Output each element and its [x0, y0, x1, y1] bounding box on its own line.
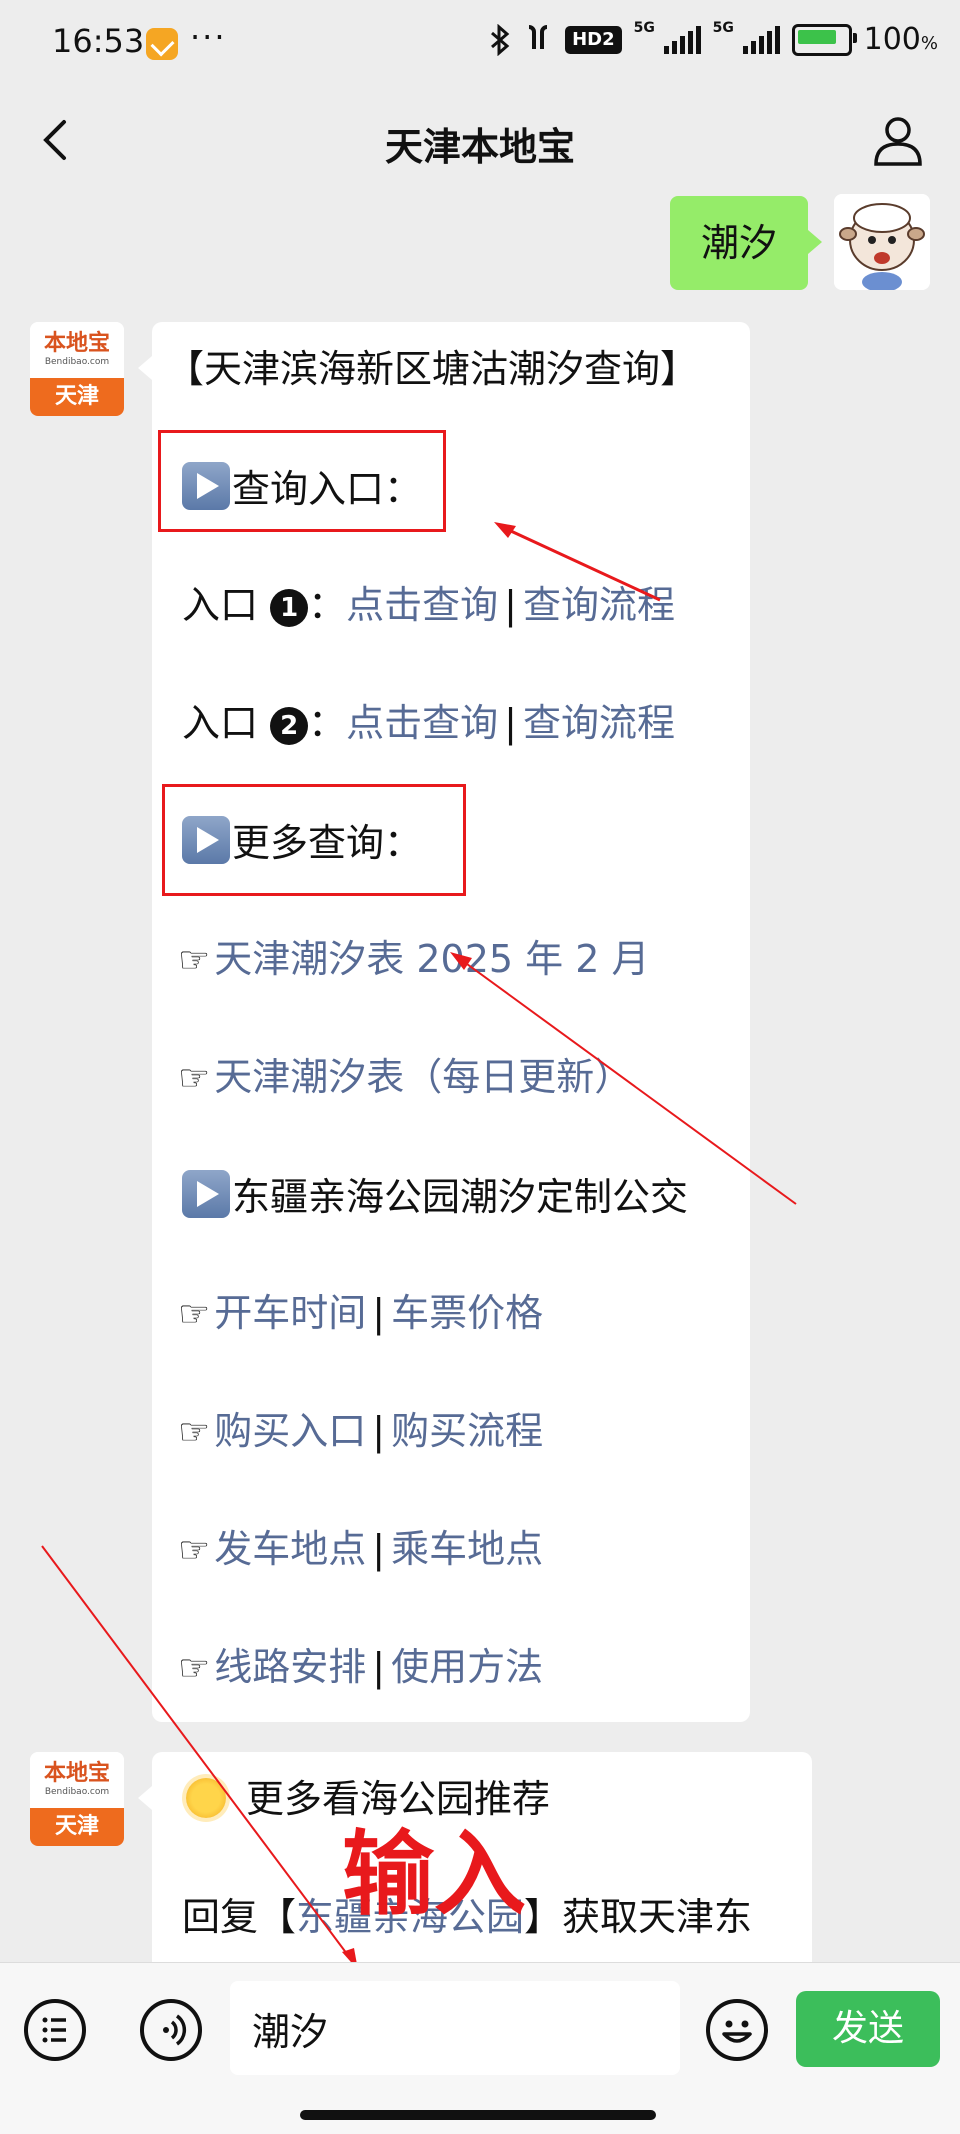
pointing-hand-icon: ☞	[178, 1530, 211, 1571]
page-title: 天津本地宝	[384, 125, 575, 169]
bluetooth-icon	[489, 23, 511, 56]
battery-icon	[791, 23, 857, 56]
signal-icon-2: 5G	[713, 20, 780, 54]
send-button[interactable]: 发送	[796, 1991, 940, 2067]
more-row-2: ☞ 天津潮汐表（每日更新）	[178, 1052, 632, 1104]
home-indicator[interactable]	[300, 2110, 656, 2120]
bus-link[interactable]: 乘车地点	[391, 1527, 543, 1571]
bus-row: ☞ 发车地点 | 乘车地点	[178, 1527, 544, 1571]
number-1-icon: 1	[270, 589, 309, 627]
pointing-hand-icon: ☞	[178, 1294, 211, 1335]
entry2-process-link[interactable]: 查询流程	[523, 701, 675, 745]
status-bar: 16:53 ··· HD2 5G 5G 100%	[0, 0, 960, 88]
user-profile-icon[interactable]	[872, 114, 924, 166]
voice-icon[interactable]	[140, 1999, 202, 2061]
section-bus: 东疆亲海公园潮汐定制公交	[182, 1170, 688, 1222]
pointing-hand-icon: ☞	[178, 1648, 211, 1689]
pointing-hand-icon: ☞	[178, 1058, 211, 1099]
signal-icon-1: 5G	[634, 20, 701, 54]
emoji-icon[interactable]	[706, 1999, 768, 2061]
hd-voice-icon: HD2	[565, 25, 622, 54]
bot-message-bubble: 【天津滨海新区塘沽潮汐查询】 查询入口： 入口 1 ：点击查询 | 查询流程 入口 2…	[138, 322, 750, 1722]
bus-row: ☞ 开车时间 | 车票价格	[178, 1291, 544, 1335]
pointing-hand-icon: ☞	[178, 1412, 211, 1453]
bus-link[interactable]: 购买入口	[214, 1409, 366, 1453]
user-avatar[interactable]	[834, 194, 930, 290]
more-row-1: ☞ 天津潮汐表 2025 年 2 月	[178, 934, 649, 986]
bot-avatar[interactable]: 本地宝 Bendibao.com 天津	[30, 1752, 124, 1846]
tide-table-daily-link[interactable]: 天津潮汐表（每日更新）	[214, 1055, 632, 1099]
sent-message-bubble[interactable]: 潮汐	[670, 196, 822, 290]
entry1-query-link[interactable]: 点击查询	[346, 583, 498, 627]
battery-percent: 100%	[863, 22, 938, 57]
status-time: 16:53	[52, 22, 145, 60]
sun-icon	[186, 1778, 226, 1818]
number-2-icon: 2	[270, 707, 309, 745]
bus-link[interactable]: 车票价格	[391, 1291, 543, 1335]
nav-bar: 天津本地宝	[0, 88, 960, 192]
entry2-query-link[interactable]: 点击查询	[346, 701, 498, 745]
pointing-hand-icon: ☞	[178, 940, 211, 981]
annotation-label: 输入	[342, 1821, 527, 1928]
bus-link[interactable]: 发车地点	[214, 1527, 366, 1571]
bus-link[interactable]: 购买流程	[391, 1409, 543, 1453]
bus-link[interactable]: 开车时间	[214, 1291, 366, 1335]
bot-avatar[interactable]: 本地宝 Bendibao.com 天津	[30, 322, 124, 416]
bus-link[interactable]: 使用方法	[391, 1645, 543, 1689]
play-icon	[182, 1170, 230, 1218]
annotation-box	[162, 784, 466, 896]
entry-row-2: 入口 2 ：点击查询 | 查询流程	[182, 701, 675, 745]
menu-icon[interactable]	[24, 1999, 86, 2061]
entry-row-1: 入口 1 ：点击查询 | 查询流程	[182, 583, 675, 627]
tide-table-feb-link[interactable]: 天津潮汐表 2025 年 2 月	[214, 937, 649, 981]
status-icons: HD2 5G 5G 100%	[489, 20, 938, 57]
entry1-process-link[interactable]: 查询流程	[523, 583, 675, 627]
message-header: 【天津滨海新区塘沽潮汐查询】	[166, 347, 699, 391]
bus-row: ☞ 购买入口 | 购买流程	[178, 1409, 544, 1453]
bus-row: ☞ 线路安排 | 使用方法	[178, 1645, 544, 1689]
more-notifications-icon: ···	[190, 18, 227, 56]
input-bar: 发送	[0, 1962, 960, 2134]
message-input[interactable]	[230, 1981, 680, 2075]
bus-link[interactable]: 线路安排	[214, 1645, 366, 1689]
earbuds-icon	[523, 23, 553, 57]
annotation-box	[158, 430, 446, 532]
notification-app-icon	[146, 28, 178, 60]
